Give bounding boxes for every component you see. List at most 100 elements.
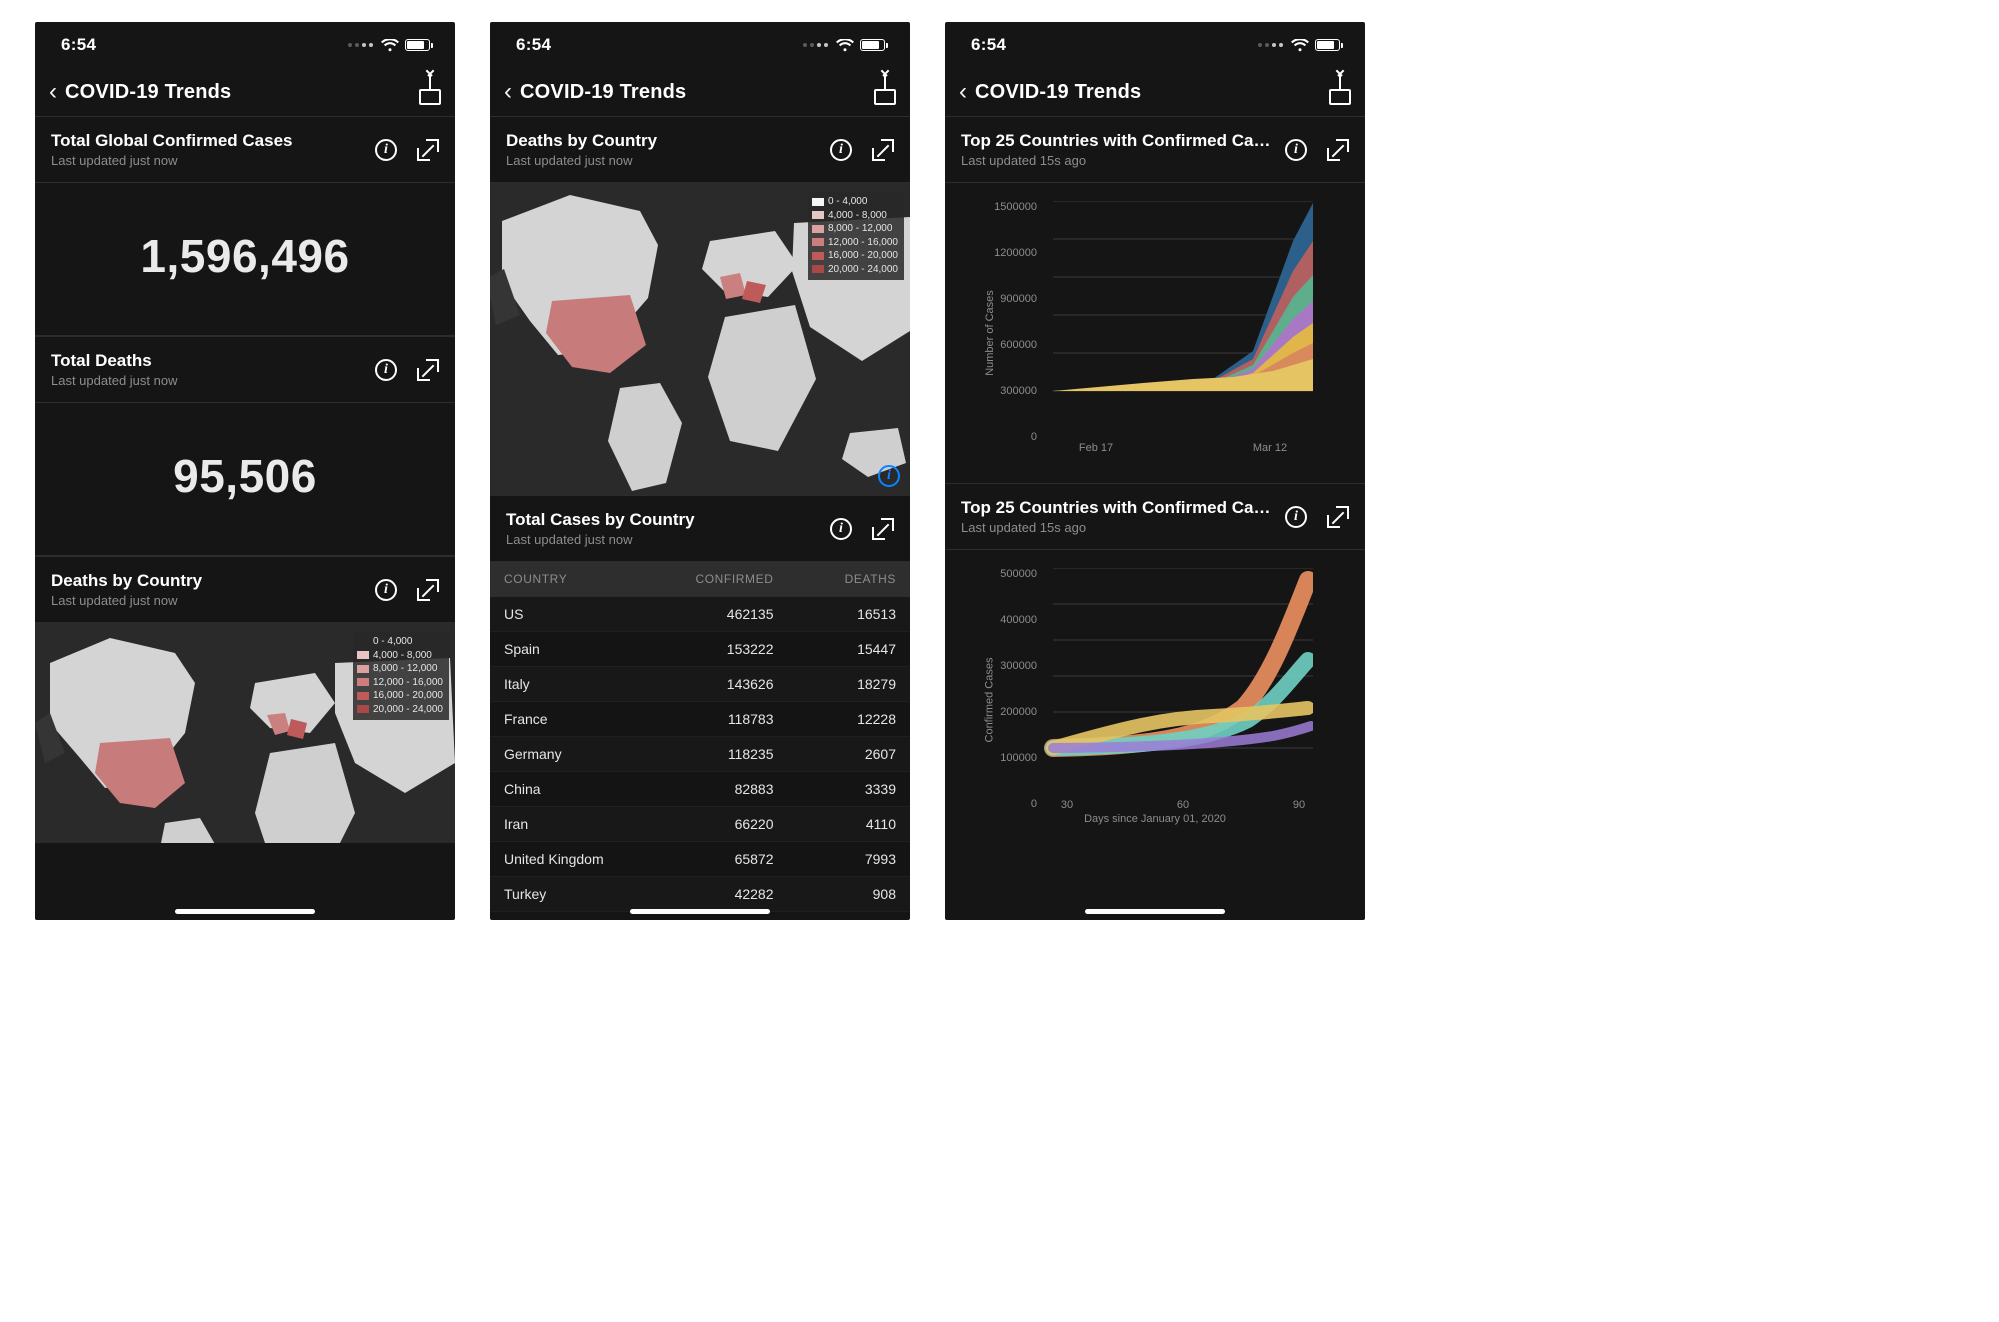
cell-confirmed: 42282 bbox=[651, 886, 774, 902]
cell-deaths: 4110 bbox=[774, 816, 897, 832]
card-subtitle: Last updated just now bbox=[51, 373, 365, 388]
chart-top25-stacked[interactable]: Number of Cases 150000012000009000006000… bbox=[945, 183, 1365, 483]
axis-tick: 900000 bbox=[1000, 293, 1037, 305]
table-row[interactable]: US 462135 16513 bbox=[490, 597, 910, 632]
axis-tick: 300000 bbox=[1000, 660, 1037, 672]
cell-country: Spain bbox=[504, 641, 651, 657]
map-legend: 0 - 4,000 4,000 - 8,000 8,000 - 12,000 1… bbox=[808, 191, 904, 280]
cell-deaths: 12228 bbox=[774, 711, 897, 727]
table-header: COUNTRY CONFIRMED DEATHS bbox=[490, 562, 910, 597]
card-subtitle: Last updated 15s ago bbox=[961, 153, 1275, 168]
axis-tick: 1200000 bbox=[994, 247, 1037, 259]
cell-deaths: 908 bbox=[774, 886, 897, 902]
expand-icon[interactable] bbox=[872, 518, 894, 540]
cell-country: France bbox=[504, 711, 651, 727]
info-icon[interactable]: i bbox=[375, 579, 397, 601]
cell-country: United Kingdom bbox=[504, 851, 651, 867]
map-deaths-by-country[interactable]: 0 - 4,000 4,000 - 8,000 8,000 - 12,000 1… bbox=[35, 623, 455, 843]
metric-deaths-value: 95,506 bbox=[35, 403, 455, 556]
axis-tick: 400000 bbox=[1000, 614, 1037, 626]
cell-country: Iran bbox=[504, 816, 651, 832]
col-confirmed: CONFIRMED bbox=[651, 572, 774, 586]
card-subtitle: Last updated 15s ago bbox=[961, 520, 1275, 535]
table-row[interactable]: Turkey 42282 908 bbox=[490, 877, 910, 912]
info-icon[interactable]: i bbox=[830, 139, 852, 161]
info-icon[interactable]: i bbox=[830, 518, 852, 540]
card-header-deaths-by-country: Deaths by Country Last updated just now … bbox=[490, 116, 910, 183]
map-deaths-by-country[interactable]: 0 - 4,000 4,000 - 8,000 8,000 - 12,000 1… bbox=[490, 183, 910, 495]
card-subtitle: Last updated just now bbox=[51, 153, 365, 168]
card-header-top25-b: Top 25 Countries with Confirmed Ca… Last… bbox=[945, 483, 1365, 550]
cell-deaths: 7993 bbox=[774, 851, 897, 867]
page-title: COVID-19 Trends bbox=[520, 81, 686, 104]
expand-icon[interactable] bbox=[1327, 139, 1349, 161]
status-bar: 6:54 bbox=[945, 22, 1365, 68]
info-icon[interactable]: i bbox=[1285, 139, 1307, 161]
share-button[interactable] bbox=[419, 79, 441, 105]
home-indicator[interactable] bbox=[630, 909, 770, 914]
table-row[interactable]: France 118783 12228 bbox=[490, 702, 910, 737]
axis-tick: 60 bbox=[1177, 799, 1189, 811]
info-icon[interactable]: i bbox=[375, 139, 397, 161]
cell-deaths: 2607 bbox=[774, 746, 897, 762]
wifi-icon bbox=[836, 39, 854, 52]
back-icon[interactable]: ‹ bbox=[959, 80, 967, 104]
cell-deaths: 16513 bbox=[774, 606, 897, 622]
cell-deaths: 3339 bbox=[774, 781, 897, 797]
table-row[interactable]: China 82883 3339 bbox=[490, 772, 910, 807]
info-icon[interactable]: i bbox=[1285, 506, 1307, 528]
battery-icon bbox=[405, 39, 433, 51]
page-title: COVID-19 Trends bbox=[65, 81, 231, 104]
expand-icon[interactable] bbox=[417, 359, 439, 381]
cell-confirmed: 462135 bbox=[651, 606, 774, 622]
cell-confirmed: 82883 bbox=[651, 781, 774, 797]
card-header-total-cases: Total Cases by Country Last updated just… bbox=[490, 495, 910, 562]
chart-b-xlabel: Days since January 01, 2020 bbox=[953, 813, 1357, 825]
card-header-deaths-by-country: Deaths by Country Last updated just now … bbox=[35, 556, 455, 623]
back-icon[interactable]: ‹ bbox=[504, 80, 512, 104]
cell-country: Turkey bbox=[504, 886, 651, 902]
info-icon[interactable]: i bbox=[375, 359, 397, 381]
axis-tick: 600000 bbox=[1000, 339, 1037, 351]
wifi-icon bbox=[381, 39, 399, 52]
axis-tick: 1500000 bbox=[994, 201, 1037, 213]
expand-icon[interactable] bbox=[1327, 506, 1349, 528]
table-row[interactable]: Spain 153222 15447 bbox=[490, 632, 910, 667]
page-title: COVID-19 Trends bbox=[975, 81, 1141, 104]
axis-tick: 0 bbox=[1031, 798, 1037, 810]
map-info-icon[interactable]: i bbox=[878, 465, 900, 487]
card-title: Total Cases by Country bbox=[506, 510, 820, 530]
axis-tick: 0 bbox=[1031, 431, 1037, 443]
card-header-top25-a: Top 25 Countries with Confirmed Ca… Last… bbox=[945, 116, 1365, 183]
cell-confirmed: 153222 bbox=[651, 641, 774, 657]
battery-icon bbox=[860, 39, 888, 51]
expand-icon[interactable] bbox=[417, 579, 439, 601]
card-header-confirmed: Total Global Confirmed Cases Last update… bbox=[35, 116, 455, 183]
table-row[interactable]: United Kingdom 65872 7993 bbox=[490, 842, 910, 877]
expand-icon[interactable] bbox=[417, 139, 439, 161]
table-row[interactable]: Germany 118235 2607 bbox=[490, 737, 910, 772]
chart-top25-lines[interactable]: Confirmed Cases 500000400000300000200000… bbox=[945, 550, 1365, 850]
cell-country: Italy bbox=[504, 676, 651, 692]
cell-confirmed: 118783 bbox=[651, 711, 774, 727]
home-indicator[interactable] bbox=[1085, 909, 1225, 914]
cell-deaths: 18279 bbox=[774, 676, 897, 692]
expand-icon[interactable] bbox=[872, 139, 894, 161]
card-subtitle: Last updated just now bbox=[506, 153, 820, 168]
share-button[interactable] bbox=[874, 79, 896, 105]
cell-confirmed: 143626 bbox=[651, 676, 774, 692]
back-icon[interactable]: ‹ bbox=[49, 80, 57, 104]
axis-tick: 100000 bbox=[1000, 752, 1037, 764]
cell-confirmed: 65872 bbox=[651, 851, 774, 867]
nav-header: ‹ COVID-19 Trends bbox=[945, 68, 1365, 116]
table-row[interactable]: Italy 143626 18279 bbox=[490, 667, 910, 702]
card-subtitle: Last updated just now bbox=[51, 593, 365, 608]
status-time: 6:54 bbox=[516, 35, 551, 55]
card-title: Deaths by Country bbox=[51, 571, 365, 591]
axis-tick: 500000 bbox=[1000, 568, 1037, 580]
phone-screen-3: 6:54 ‹ COVID-19 Trends Top 25 Countries … bbox=[945, 22, 1365, 920]
wifi-icon bbox=[1291, 39, 1309, 52]
home-indicator[interactable] bbox=[175, 909, 315, 914]
share-button[interactable] bbox=[1329, 79, 1351, 105]
table-row[interactable]: Iran 66220 4110 bbox=[490, 807, 910, 842]
